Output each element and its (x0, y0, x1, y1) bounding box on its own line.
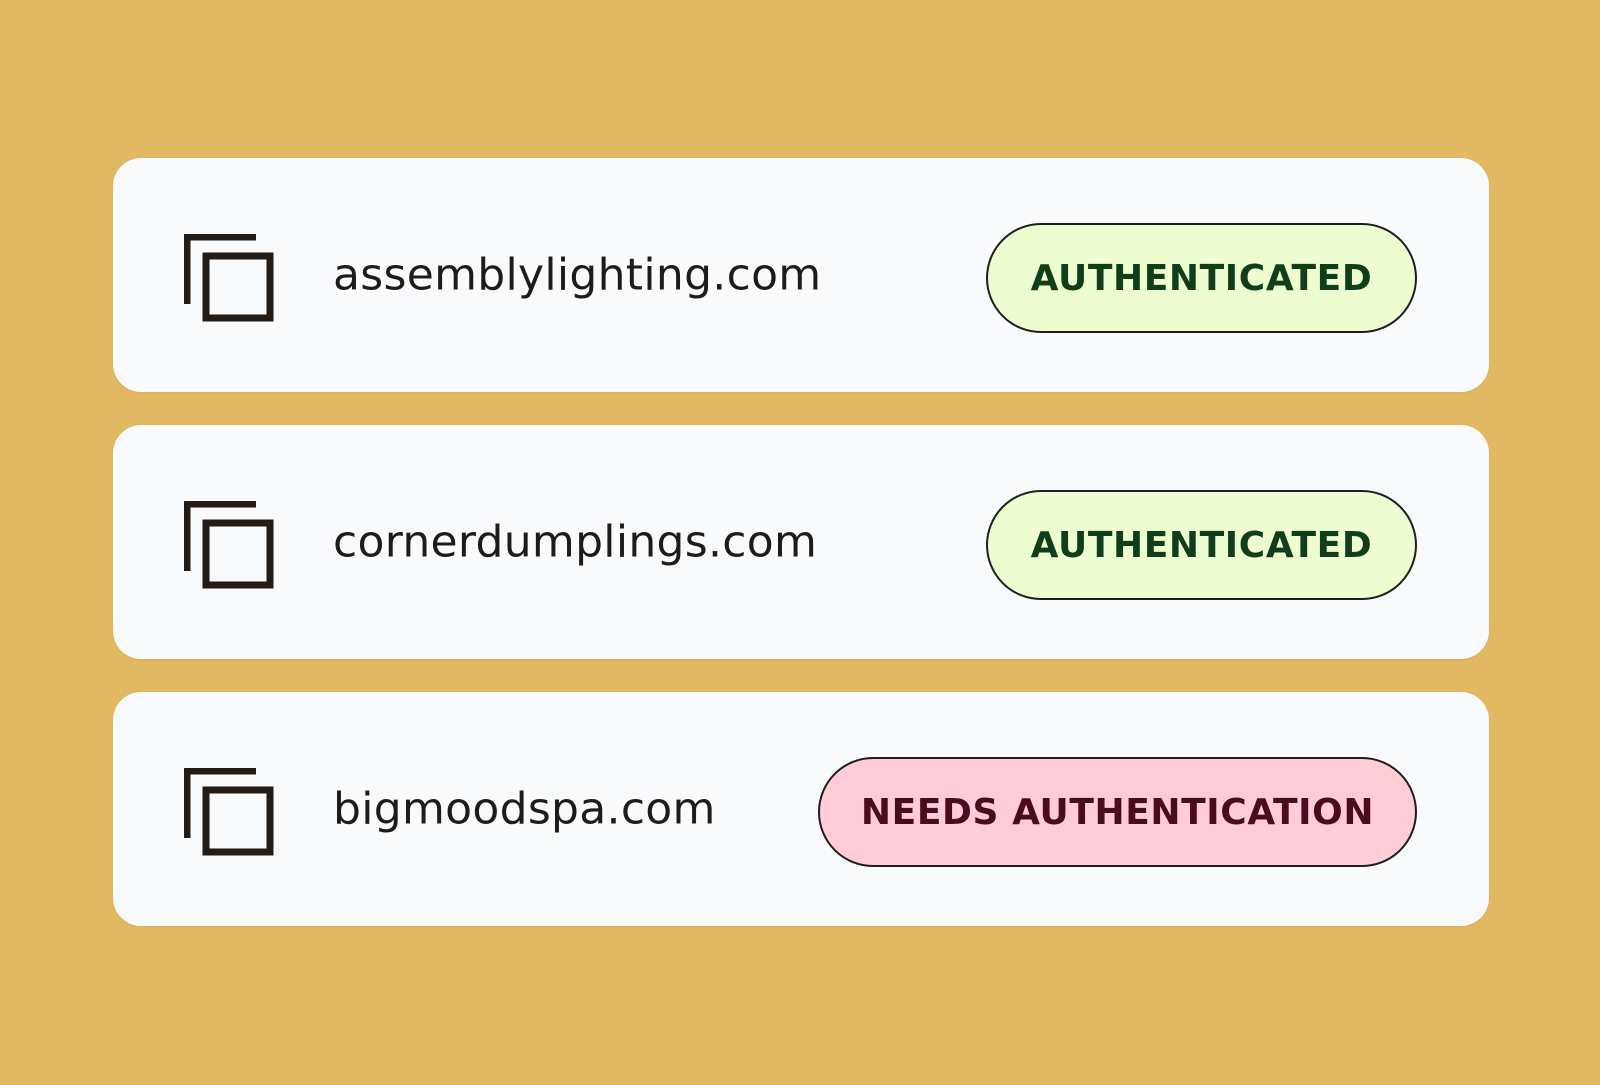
domain-row[interactable]: cornerdumplings.com AUTHENTICATED (113, 425, 1489, 659)
copy-icon[interactable] (184, 768, 274, 856)
status-badge: NEEDS AUTHENTICATION (818, 757, 1417, 867)
domain-list: assemblylighting.com AUTHENTICATED corne… (113, 158, 1489, 959)
domain-row[interactable]: assemblylighting.com AUTHENTICATED (113, 158, 1489, 392)
domain-row[interactable]: bigmoodspa.com NEEDS AUTHENTICATION (113, 692, 1489, 926)
status-badge: AUTHENTICATED (986, 490, 1417, 600)
status-badge: AUTHENTICATED (986, 223, 1417, 333)
domain-name: assemblylighting.com (333, 249, 822, 301)
domain-name: cornerdumplings.com (333, 516, 818, 568)
domain-name: bigmoodspa.com (333, 783, 716, 835)
copy-icon[interactable] (184, 234, 274, 322)
copy-icon[interactable] (184, 501, 274, 589)
